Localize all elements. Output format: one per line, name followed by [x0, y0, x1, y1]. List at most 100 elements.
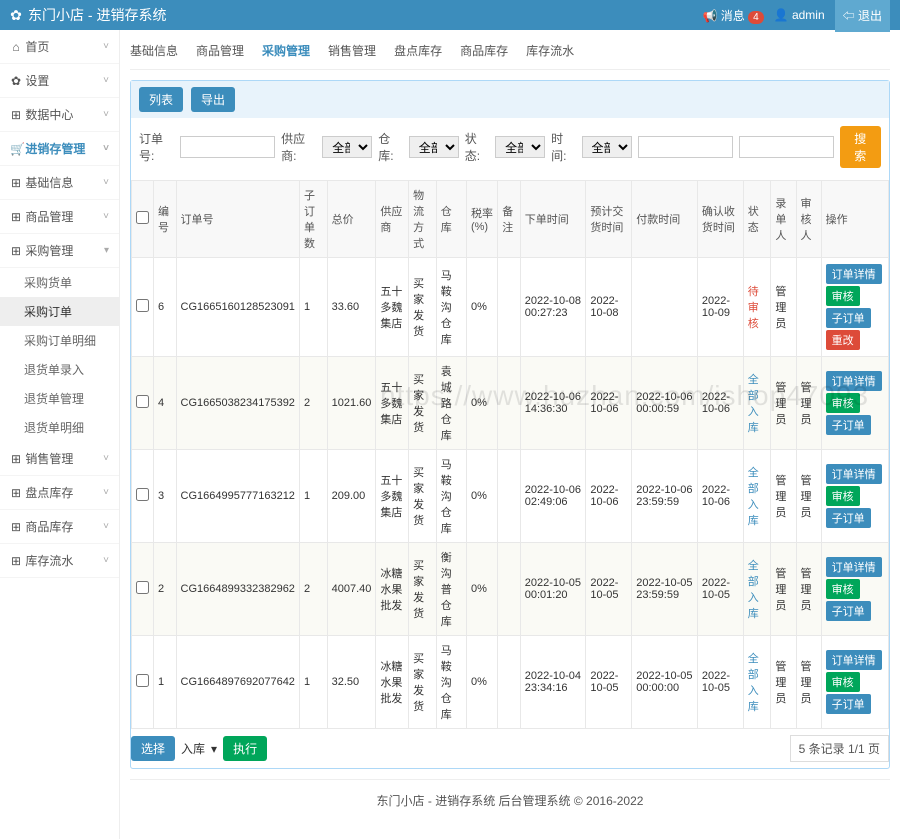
select-all-checkbox[interactable]	[136, 211, 149, 224]
menu-icon: 🛒	[10, 142, 22, 156]
pagination-info: 5 条记录 1/1 页	[790, 735, 889, 762]
row-checkbox[interactable]	[136, 299, 149, 312]
logout-link[interactable]: ⇦ 退出	[835, 0, 890, 32]
column-header: 状态	[743, 181, 771, 258]
top-nav: 基础信息 商品管理 采购管理 销售管理 盘点库存 商品库存 库存流水	[130, 38, 890, 70]
sidebar-sub-item[interactable]: 采购订单	[0, 297, 119, 326]
row-action-button[interactable]: 审核	[826, 286, 860, 306]
row-action-button[interactable]: 子订单	[826, 508, 871, 528]
exec-button[interactable]: 执行	[223, 736, 267, 761]
menu-icon: ✿	[10, 74, 22, 88]
topnav-item[interactable]: 商品库存	[460, 42, 508, 59]
topnav-item[interactable]: 基础信息	[130, 42, 178, 59]
topnav-item[interactable]: 库存流水	[526, 42, 574, 59]
row-action-button[interactable]: 子订单	[826, 694, 871, 714]
column-header: 子订单数	[299, 181, 327, 258]
row-action-button[interactable]: 审核	[826, 486, 860, 506]
topnav-item[interactable]: 商品管理	[196, 42, 244, 59]
sidebar-item[interactable]: ⊞ 采购管理▾	[0, 234, 119, 268]
supplier-select[interactable]: 全部	[322, 136, 372, 158]
row-action-button[interactable]: 重改	[826, 330, 860, 350]
table-row: 1CG1664897692077642132.50冰糖水果批发买家发货马鞍沟仓库…	[132, 636, 889, 729]
menu-icon: ⌂	[10, 40, 22, 54]
select-button[interactable]: 选择	[131, 736, 175, 761]
messages-link[interactable]: 📢 消息 4	[702, 7, 763, 24]
warehouse-label: 仓库:	[378, 130, 402, 164]
list-button[interactable]: 列表	[139, 87, 183, 112]
table-row: 2CG166489933238296224007.40冰糖水果批发买家发货衡沟普…	[132, 543, 889, 636]
sidebar-sub-item[interactable]: 采购订单明细	[0, 326, 119, 355]
sidebar-item[interactable]: ⌂ 首页˅	[0, 30, 119, 64]
sidebar-item[interactable]: ✿ 设置˅	[0, 64, 119, 98]
topnav-item[interactable]: 销售管理	[328, 42, 376, 59]
sidebar-item[interactable]: ⊞ 基础信息˅	[0, 166, 119, 200]
row-action-button[interactable]: 子订单	[826, 308, 871, 328]
sidebar-sub-item[interactable]: 采购货单	[0, 268, 119, 297]
time-from-input[interactable]	[638, 136, 733, 158]
warehouse-select[interactable]: 全部	[409, 136, 459, 158]
menu-icon: ⊞	[10, 176, 22, 190]
column-header: 录单人	[771, 181, 796, 258]
user-link[interactable]: 👤 admin	[774, 8, 825, 22]
chevron-down-icon: ▾	[104, 245, 109, 256]
table-row: 4CG166503823417539221021.60五十多魏集店买家发货袁城路…	[132, 357, 889, 450]
time-select[interactable]: 全部	[582, 136, 632, 158]
row-action-button[interactable]: 审核	[826, 393, 860, 413]
row-checkbox[interactable]	[136, 581, 149, 594]
column-header: 备注	[498, 181, 521, 258]
row-action-button[interactable]: 订单详情	[826, 650, 882, 670]
row-checkbox[interactable]	[136, 488, 149, 501]
column-header: 订单号	[176, 181, 299, 258]
column-header: 编号	[154, 181, 177, 258]
menu-icon: ⊞	[10, 108, 22, 122]
column-header: 审核人	[796, 181, 821, 258]
row-action-button[interactable]: 订单详情	[826, 371, 882, 391]
sidebar-item[interactable]: ⊞ 商品库存˅	[0, 510, 119, 544]
sidebar-sub-item[interactable]: 退货单录入	[0, 355, 119, 384]
chevron-down-icon: ˅	[103, 521, 109, 532]
sidebar-sub-item[interactable]: 退货单管理	[0, 384, 119, 413]
column-header: 确认收货时间	[697, 181, 743, 258]
top-bar: ✿ 东门小店 - 进销存系统 📢 消息 4 👤 admin ⇦ 退出	[0, 0, 900, 30]
menu-icon: ⊞	[10, 486, 22, 500]
chevron-down-icon: ˅	[103, 453, 109, 464]
row-action-button[interactable]: 审核	[826, 672, 860, 692]
menu-icon: ⊞	[10, 452, 22, 466]
menu-icon: ⊞	[10, 210, 22, 224]
chevron-down-icon: ˅	[103, 487, 109, 498]
column-header: 付款时间	[632, 181, 698, 258]
sidebar-item[interactable]: 🛒 进销存管理˅	[0, 132, 119, 166]
leaf-icon: ✿	[10, 7, 22, 24]
sidebar-item[interactable]: ⊞ 销售管理˅	[0, 442, 119, 476]
sidebar-item[interactable]: ⊞ 数据中心˅	[0, 98, 119, 132]
sidebar-sub-item[interactable]: 退货单明细	[0, 413, 119, 442]
topnav-item[interactable]: 盘点库存	[394, 42, 442, 59]
msg-badge: 4	[748, 11, 764, 24]
status-select[interactable]: 全部	[495, 136, 545, 158]
row-checkbox[interactable]	[136, 674, 149, 687]
row-action-button[interactable]: 订单详情	[826, 464, 882, 484]
topnav-item[interactable]: 采购管理	[262, 42, 310, 59]
export-button[interactable]: 导出	[191, 87, 235, 112]
table-row: 3CG16649957771632121209.00五十多魏集店买家发货马鞍沟仓…	[132, 450, 889, 543]
sidebar: ⌂ 首页˅✿ 设置˅⊞ 数据中心˅🛒 进销存管理˅⊞ 基础信息˅⊞ 商品管理˅⊞…	[0, 30, 120, 839]
chevron-down-icon: ˅	[103, 177, 109, 188]
row-action-button[interactable]: 订单详情	[826, 557, 882, 577]
row-checkbox[interactable]	[136, 395, 149, 408]
time-to-input[interactable]	[739, 136, 834, 158]
row-action-button[interactable]: 审核	[826, 579, 860, 599]
time-label: 时间:	[551, 130, 575, 164]
row-action-button[interactable]: 子订单	[826, 415, 871, 435]
chevron-down-icon: ˅	[103, 109, 109, 120]
column-header: 操作	[821, 181, 888, 258]
sidebar-item[interactable]: ⊞ 商品管理˅	[0, 200, 119, 234]
column-header: 预计交货时间	[586, 181, 632, 258]
search-button[interactable]: 搜索	[840, 126, 881, 168]
sidebar-item[interactable]: ⊞ 库存流水˅	[0, 544, 119, 578]
row-action-button[interactable]: 订单详情	[826, 264, 882, 284]
row-action-button[interactable]: 子订单	[826, 601, 871, 621]
column-header: 仓库	[436, 181, 466, 258]
order-no-input[interactable]	[180, 136, 275, 158]
menu-icon: ⊞	[10, 244, 22, 258]
brand-title: 东门小店 - 进销存系统	[28, 5, 166, 25]
